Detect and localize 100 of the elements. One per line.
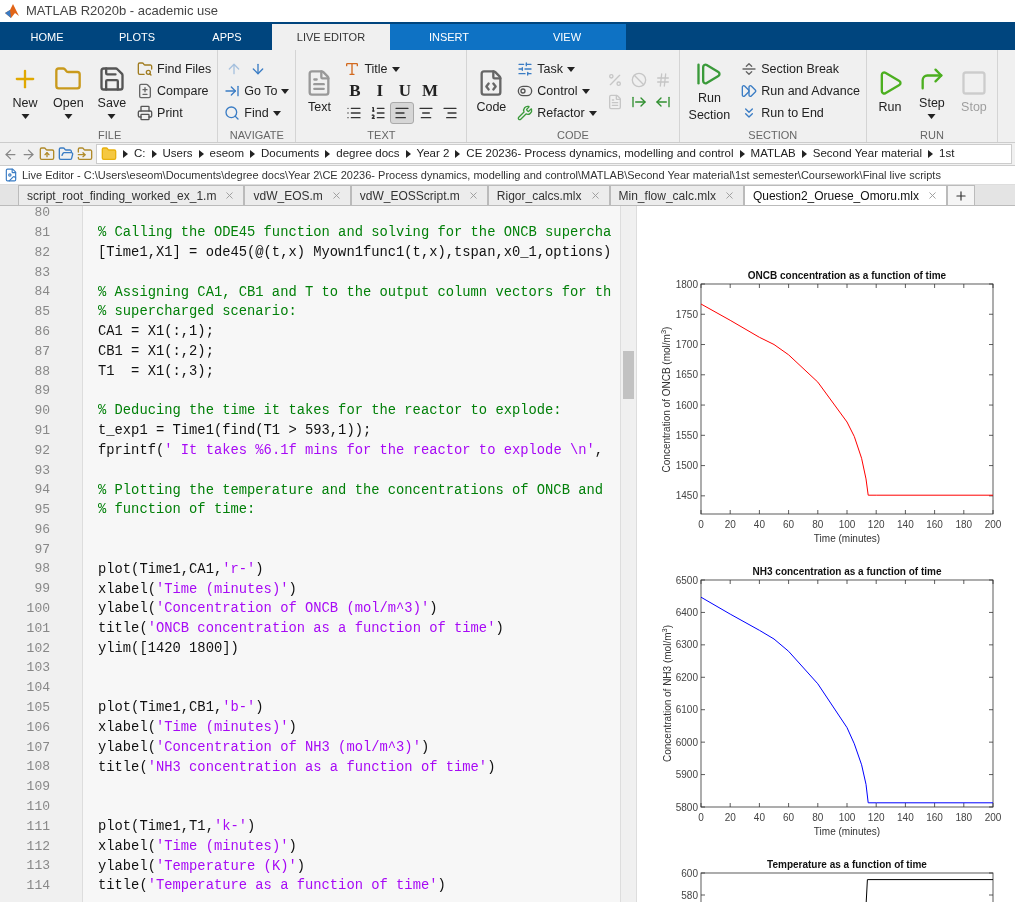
- breadcrumb[interactable]: Year 2: [416, 145, 450, 163]
- ribbon-button[interactable]: Find Files: [135, 58, 214, 80]
- scrollbar-thumb[interactable]: [623, 351, 634, 399]
- x-tick-label: 60: [783, 812, 795, 823]
- breadcrumb[interactable]: Users: [162, 145, 193, 163]
- ribbon-button[interactable]: Title: [342, 58, 402, 80]
- ribbon-button[interactable]: Find: [222, 102, 283, 124]
- file-tab[interactable]: vdW_EOSScript.m: [350, 185, 488, 205]
- line-number: 104: [26, 679, 50, 698]
- line-number: 95: [34, 501, 50, 520]
- code-line: % Calling the ODE45 function and solving for the ONCB supercha: [98, 224, 612, 243]
- format-button[interactable]: U: [392, 80, 418, 102]
- ribbon-button[interactable]: Run to End: [739, 102, 826, 124]
- format-button[interactable]: M: [417, 80, 443, 102]
- ribbon-button[interactable]: Save: [92, 63, 132, 119]
- folder-input-icon[interactable]: [77, 146, 93, 162]
- ribbon-button[interactable]: Step: [912, 63, 951, 119]
- line-number: 100: [26, 600, 50, 619]
- code-line: ylabel('Concentration of NH3 (mol/m^3)'): [98, 738, 430, 757]
- ribbon-tab[interactable]: HOME: [2, 24, 92, 50]
- ribbon-button[interactable]: Control: [515, 80, 592, 102]
- forward-arrow-icon[interactable]: [21, 146, 36, 162]
- close-icon[interactable]: [224, 190, 236, 201]
- numbered-list-icon: [370, 105, 387, 121]
- format-button[interactable]: B: [342, 80, 368, 102]
- line-number: 99: [34, 580, 50, 599]
- close-icon[interactable]: [330, 190, 342, 201]
- format-button[interactable]: I: [367, 80, 393, 102]
- x-tick-label: 160: [926, 812, 944, 823]
- arrow-to-line-icon: [224, 83, 241, 99]
- code-line: xlabel('Time (minutes)'): [98, 837, 297, 856]
- ribbon-tab[interactable]: INSERT: [390, 24, 508, 50]
- chevron-icon: [250, 150, 256, 158]
- folder-up-icon[interactable]: [39, 146, 55, 162]
- y-tick-label: 6400: [675, 606, 699, 618]
- ribbon-button[interactable]: Compare: [135, 80, 211, 102]
- file-tab[interactable]: Rigor_calcs.mlx: [487, 185, 610, 205]
- code-line: fprintf(' It takes %6.1f mins for the reactor to explode \n',: [98, 441, 604, 460]
- breadcrumb[interactable]: Second Year material: [812, 145, 923, 163]
- ribbon-button[interactable]: Code: [471, 66, 512, 116]
- breadcrumb[interactable]: 1st: [939, 145, 955, 163]
- line-number: 94: [34, 481, 50, 500]
- chevron-icon: [325, 150, 331, 158]
- code-line: CA1 = X1(:,1);: [98, 323, 214, 342]
- line-number: 108: [26, 758, 50, 777]
- align-center-icon: [418, 105, 435, 121]
- code-line: plot(Time1,T1,'k-'): [98, 818, 256, 837]
- ribbon-button[interactable]: Run: [870, 66, 909, 116]
- ribbon-tab[interactable]: VIEW: [508, 24, 626, 50]
- x-tick-label: 40: [753, 519, 766, 530]
- close-icon[interactable]: [926, 190, 938, 201]
- search-icon: [224, 105, 241, 121]
- ribbon-tab[interactable]: APPS: [182, 24, 272, 50]
- ribbon-button[interactable]: Open: [48, 63, 89, 119]
- ribbon-button[interactable]: Go To: [222, 80, 292, 102]
- chevron-icon: [123, 150, 128, 158]
- line-number: 86: [34, 322, 50, 341]
- file-tab[interactable]: vdW_EOS.m: [244, 185, 351, 205]
- breadcrumb[interactable]: MATLAB: [750, 145, 796, 163]
- ribbon-tab[interactable]: PLOTS: [92, 24, 182, 50]
- folder-open-icon[interactable]: [58, 146, 74, 162]
- chevron-icon: [928, 150, 934, 158]
- y-tick-label: 1500: [675, 460, 699, 472]
- fast-forward-icon: [741, 83, 758, 99]
- toggle-icon: [517, 83, 534, 99]
- line-number: 98: [34, 560, 50, 579]
- close-icon[interactable]: [467, 190, 479, 201]
- line-number: 102: [26, 639, 50, 658]
- x-tick-label: 200: [984, 519, 1002, 530]
- file-tab[interactable]: script_root_finding_worked_ex_1.m: [18, 185, 245, 205]
- file-tab[interactable]: Question2_Oruese_Omoru.mlx: [743, 185, 947, 205]
- path-field[interactable]: C: Users eseom Documents degree docs Year 2 CE 20236- Process dynamics, modelling and control MATLAB Second Year material 1st: [96, 144, 1012, 164]
- ribbon-button[interactable]: Print: [135, 102, 185, 124]
- breadcrumb[interactable]: CE 20236- Process dynamics, modelling and control: [466, 145, 734, 163]
- breadcrumb[interactable]: degree docs: [336, 145, 400, 163]
- x-tick-label: 80: [812, 519, 824, 530]
- ribbon-button[interactable]: Run Section: [683, 58, 736, 124]
- plus-icon: [953, 188, 968, 203]
- x-tick-label: 140: [897, 519, 915, 530]
- ribbon-button[interactable]: Task: [515, 58, 577, 80]
- ribbon-tab[interactable]: LIVE EDITOR: [272, 24, 390, 50]
- line-number: 93: [34, 461, 50, 480]
- ribbon-button[interactable]: New: [6, 63, 44, 119]
- group-label: FILE: [97, 128, 123, 142]
- ribbon-button[interactable]: Run and Advance: [739, 80, 862, 102]
- ribbon-button[interactable]: Section Break: [739, 58, 842, 80]
- window-title: MATLAB R2020b - academic use: [26, 2, 218, 21]
- breadcrumb[interactable]: Documents: [261, 145, 320, 163]
- line-number: 90: [34, 402, 50, 421]
- breadcrumb[interactable]: C:: [134, 145, 146, 163]
- y-tick-label: 1450: [675, 490, 699, 502]
- ribbon-button[interactable]: Refactor: [515, 102, 599, 124]
- breadcrumb[interactable]: eseom: [209, 145, 245, 163]
- close-icon[interactable]: [589, 190, 601, 201]
- chevron-icon: [739, 150, 745, 158]
- ribbon-icon-button[interactable]: [390, 102, 415, 124]
- add-tab-button[interactable]: [946, 185, 975, 205]
- ribbon-button[interactable]: Text: [300, 66, 339, 116]
- close-icon[interactable]: [723, 190, 735, 201]
- file-tab[interactable]: Min_flow_calc.mlx: [609, 185, 744, 205]
